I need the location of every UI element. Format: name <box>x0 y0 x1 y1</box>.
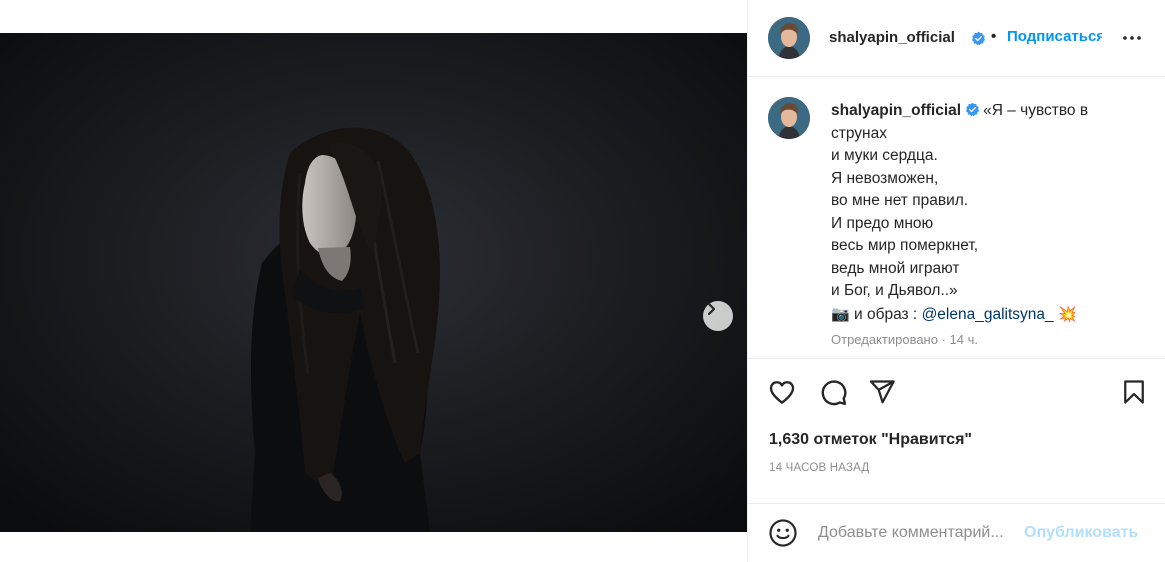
bookmark-icon <box>1124 380 1144 404</box>
next-slide-button[interactable] <box>703 301 733 331</box>
caption-line: и Бог, и Дьявол..» <box>831 282 958 299</box>
caption-credit-line: 📷 и образ : @elena_galitsyna_ 💥 <box>831 303 1151 327</box>
caption-first-line: shalyapin_official «Я – чувство в <box>831 100 1151 123</box>
caption-avatar[interactable] <box>768 97 810 139</box>
comment-button[interactable] <box>817 376 849 408</box>
caption-line: весь мир померкнет, <box>831 237 979 254</box>
caption-line: «Я – чувство в <box>983 102 1089 119</box>
edited-label: Отредактировано <box>831 332 938 347</box>
like-button[interactable] <box>766 376 798 408</box>
caption-line: И предо мною <box>831 214 934 232</box>
publish-comment-button[interactable]: Опубликовать <box>1024 524 1138 542</box>
portrait-image <box>0 33 747 532</box>
caption-username[interactable]: shalyapin_official <box>831 102 961 119</box>
verified-badge-icon <box>971 31 986 46</box>
caption-credit-text: и образ : <box>849 305 922 323</box>
comment-bar: Опубликовать <box>748 503 1165 562</box>
profile-picture <box>768 97 810 139</box>
emoji-smile-icon[interactable] <box>768 518 798 548</box>
edited-separator: · <box>937 332 950 347</box>
caption-line: и муки сердца. <box>831 147 938 164</box>
avatar[interactable] <box>768 17 810 59</box>
comment-input[interactable] <box>818 519 1023 547</box>
more-horizontal-icon[interactable] <box>1120 26 1144 50</box>
profile-picture <box>768 17 810 59</box>
collision-emoji-icon: 💥 <box>1057 304 1077 323</box>
action-bar <box>748 358 1165 430</box>
save-button[interactable] <box>1118 376 1150 408</box>
mention-link[interactable]: @elena_galitsyna_ <box>922 306 1054 323</box>
verified-badge-icon <box>965 102 980 117</box>
instagram-post-modal: shalyapin_official • Подписаться shalyap… <box>0 0 1165 562</box>
header-username[interactable]: shalyapin_official <box>829 29 955 46</box>
post-side-panel: shalyapin_official • Подписаться shalyap… <box>747 0 1165 562</box>
media-column <box>0 0 747 562</box>
post-caption: shalyapin_official «Я – чувство в струнах… <box>831 100 1151 326</box>
post-header: shalyapin_official • Подписаться <box>748 0 1165 77</box>
post-photo[interactable] <box>0 33 747 532</box>
caption-line: ведь мной играют <box>831 259 960 277</box>
heart-icon <box>769 381 795 404</box>
caption-line: Я невозможен, <box>831 169 939 187</box>
follow-button[interactable]: Подписаться <box>1007 28 1102 45</box>
chevron-right-icon <box>707 302 716 316</box>
post-timestamp[interactable]: 14 ЧАСОВ НАЗАД <box>769 462 869 474</box>
caption-line: во мне нет правил. <box>831 192 969 209</box>
header-separator: • <box>991 28 997 45</box>
send-icon <box>869 380 895 404</box>
likes-count[interactable]: 1,630 отметок "Нравится" <box>769 431 972 449</box>
comment-icon <box>821 380 847 406</box>
edited-meta: Отредактировано · 14 ч. <box>831 332 978 347</box>
edited-time[interactable]: 14 ч. <box>950 332 978 347</box>
camera-emoji-icon: 📷 <box>831 304 850 323</box>
share-button[interactable] <box>866 376 898 408</box>
caption-line: струнах <box>831 124 887 142</box>
